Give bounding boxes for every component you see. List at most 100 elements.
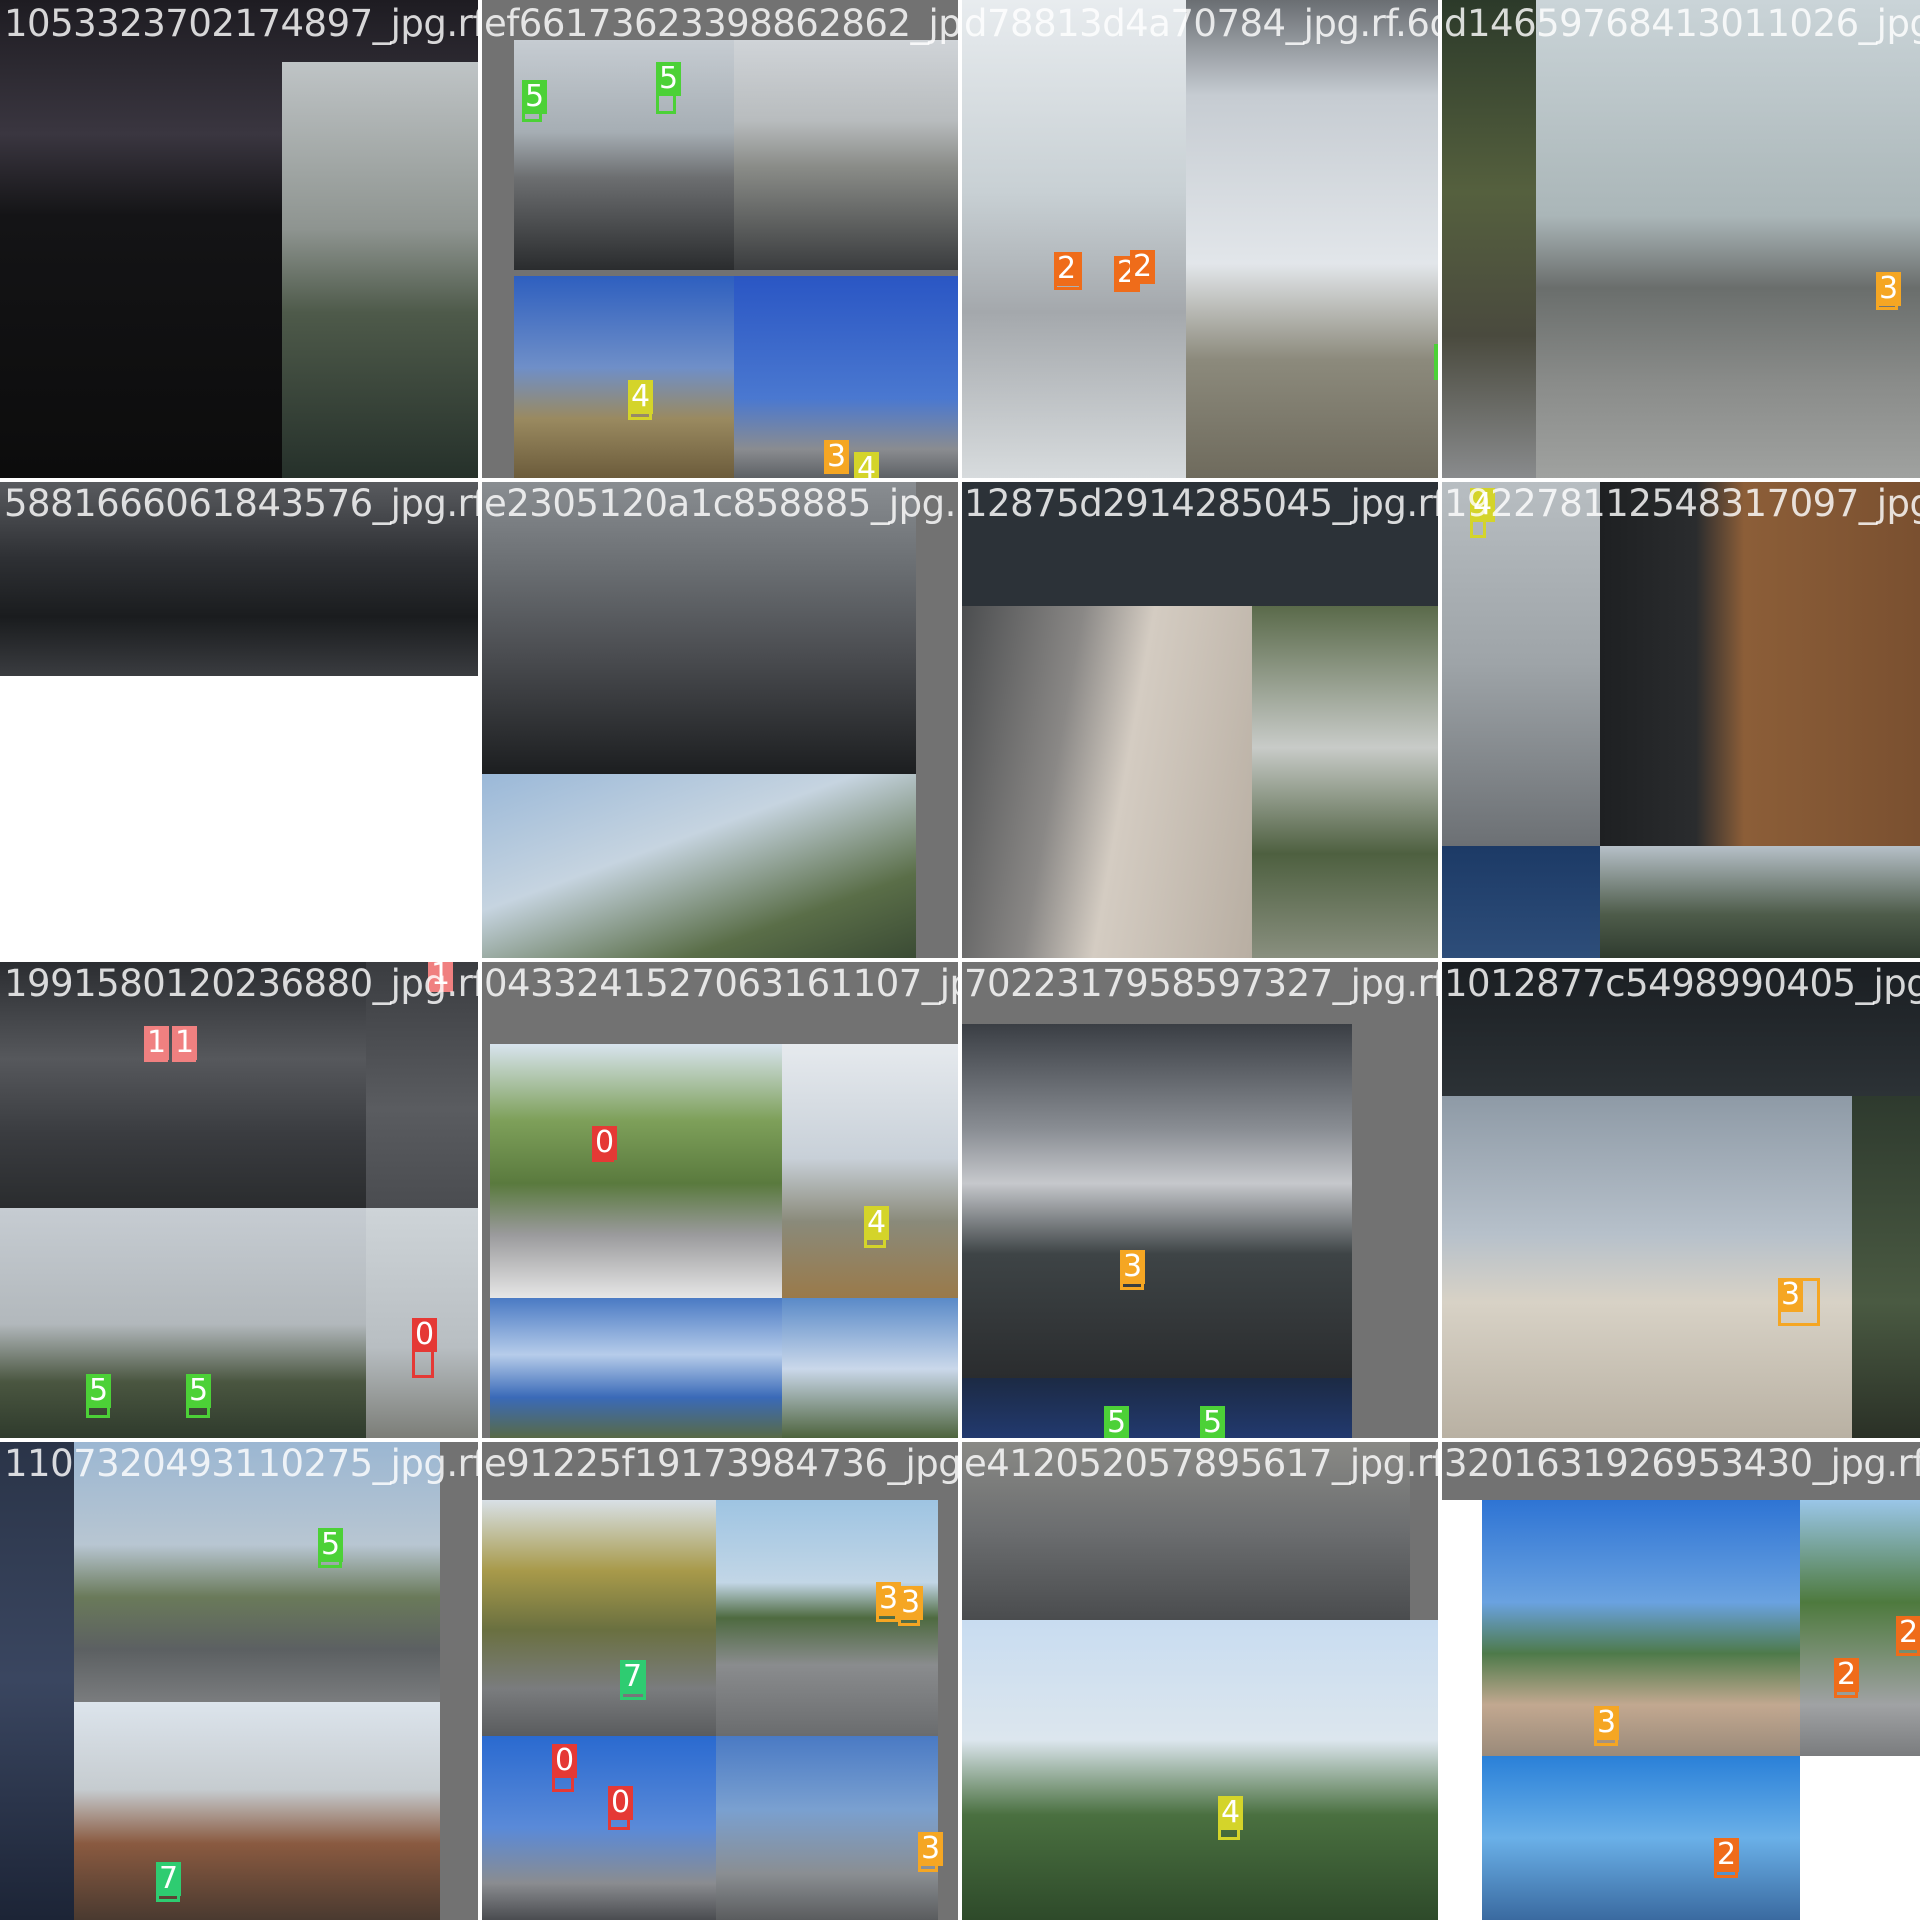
detection-box-class-5: 5 [1104,1406,1130,1440]
mosaic-tile: 2 2 3 2 3201631926953430_jpg.rf.9 [1440,1440,1920,1920]
detection-label: 3 [1876,272,1902,306]
detection-label: 0 [592,1126,618,1160]
detection-label: 0 [608,1786,634,1820]
detection-label: 4 [854,452,880,480]
detection-label: 3 [1594,1706,1620,1740]
detection-box-class-0: 0 [552,1744,578,1792]
detection-label: 3 [918,1832,944,1866]
mosaic-tile: 5 7 1107320493110275_jpg.rf.e891225f1917… [0,1440,480,1920]
photo-skyline [1482,1756,1800,1920]
tile-filename: ef66173623398862862_jpg.rf.3de78813d4a70… [484,2,960,45]
detection-label: 5 [522,80,548,114]
mosaic-tile: e2305120a1c858885_jpg.rf.f87128753194128… [480,480,960,960]
detection-box-class-7: 7 [620,1660,646,1700]
photo-foliage [1252,606,1440,960]
detection-label: 0 [552,1744,578,1778]
mosaic-tile: 2 2 2 5 d78813d4a70784_jpg.rf.6d14659763… [960,0,1440,480]
photo-sunny-intersection [1482,1500,1800,1756]
mosaic-tile: 12875d2914285045_jpg.rf.8192278112548309… [960,480,1440,960]
detection-box-class-2: 2 [1054,252,1082,290]
detection-box-class-0: 0 [412,1318,438,1378]
mosaic-tile: 0 4 0433241527063161107_jpg.rf.f17022317… [480,960,960,1440]
mosaic-tile: 4 192278112548317097_jpg.rf.66 [1440,480,1920,960]
tile-filename: 1012877c5498990405_jpg.rf.cf8 [1444,962,1920,1005]
tile-filename: e2305120a1c858885_jpg.rf.f87128753194128… [484,482,960,525]
photo-warning-sign [782,1044,960,1298]
photo-van-side [0,1440,74,1920]
grid-divider [0,478,1920,482]
tile-filename: 1053323702174897_jpg.rf.5ef6617362339962… [4,2,480,45]
photo-autumn-street [480,1500,716,1736]
detection-label: 4 [1218,1796,1244,1830]
detection-label: 4 [864,1206,890,1240]
detection-box-class-3: 3 [918,1832,944,1872]
grid-divider [0,1438,1920,1442]
photo-crosswalk-street [1536,0,1920,480]
tile-filename: 12875d2914285045_jpg.rf.8192278112548309… [964,482,1440,525]
detection-box-class-1: 1 [172,1026,198,1062]
photo-highway-yellow-car [514,40,734,270]
mosaic-tile: 3 5 5 7022317958597327_jpg.rf.1012877c54… [960,960,1440,1440]
detection-box-class-5: 5 [522,80,548,122]
detection-box-class-5: 5 [1200,1406,1226,1440]
detection-label: 1 [144,1026,170,1060]
tile-filename: e412052057895617_jpg.rf.6fb3201631926953… [964,1442,1440,1485]
detection-label: 4 [628,380,654,414]
photo-park-pedestrian-sign [960,1620,1440,1920]
photo-tree-lined-street [490,1044,782,1298]
detection-box-class-2: 2 [1714,1838,1740,1878]
photo-water-tower [514,276,734,480]
detection-label: 3 [1120,1250,1146,1284]
mosaic-tile: 1053323702174897_jpg.rf.5ef6617362339962… [0,0,480,480]
tile-filename: d78813d4a70784_jpg.rf.6d1465976341301106… [964,2,1440,45]
detection-label: 2 [1714,1838,1740,1872]
detection-box-class-2: 2 [1896,1616,1920,1656]
tile-filename: 7022317958597327_jpg.rf.1012877c54989904… [964,962,1440,1005]
photo-palm [1852,1096,1920,1440]
photo-highway-right [734,40,960,270]
photo-airport-sign [1186,0,1440,480]
photo-brown-wall [1600,480,1920,846]
detection-label: 2 [1054,252,1080,286]
detection-label: 5 [1104,1406,1130,1440]
detection-box-class-5: 5 [318,1528,344,1568]
photo-trees-streetlights [0,1208,366,1440]
detection-label: 5 [86,1374,112,1408]
detection-box-class-2: 2 [1834,1658,1860,1698]
detection-label: 5 [318,1528,344,1562]
detection-box-class-4: 4 [864,1206,890,1248]
tile-filename: 192278112548317097_jpg.rf.66 [1444,482,1920,525]
photo-sign-closeup [960,606,1252,960]
photo-grass-bank [1440,0,1536,480]
detection-box-class-3: 3 [824,440,850,474]
photo-sidewalk [1440,480,1600,846]
detection-label: 3 [1778,1278,1804,1312]
detection-label: 3 [824,440,850,474]
photo-blue-night [1440,846,1600,960]
detection-box-class-4: 4 [628,380,654,420]
photo-clouds [490,1298,782,1440]
detection-label: 7 [156,1862,182,1896]
photo-blue-bar [960,1378,1352,1440]
detection-box-class-0: 0 [608,1786,634,1830]
detection-label: 3 [898,1586,924,1620]
detection-label: 7 [620,1660,646,1694]
detection-box-class-3: 3 [1594,1706,1620,1746]
photo-city-buildings [74,1702,440,1920]
tile-filename: e91225f19173984736_jpg.rf.f9e41205205789… [484,1442,960,1485]
grid-divider [0,958,1920,962]
detection-box-class-3: 3 [1778,1278,1820,1326]
detection-label: 5 [186,1374,212,1408]
detection-box-class-4: 4 [854,452,880,480]
photo-clouds-hill [782,1298,960,1440]
detection-box-class-4: 4 [1218,1796,1244,1840]
detection-box-class-5: 5 [86,1374,112,1418]
mosaic-tile: 4 e412052057895617_jpg.rf.6fb32016319269… [960,1440,1440,1920]
detection-box-class-2: 2 [1130,250,1156,284]
tile-filename: 3201631926953430_jpg.rf.9 [1444,1442,1920,1485]
mosaic-tile: 3 1012877c5498990405_jpg.rf.cf8 [1440,960,1920,1440]
detection-label: 2 [1896,1616,1920,1650]
detection-box-class-3: 3 [898,1586,924,1626]
detection-label: 5 [656,62,682,96]
mosaic-tile: 7 3 3 0 0 3 e91225f19173984736_jpg.rf.f9… [480,1440,960,1920]
